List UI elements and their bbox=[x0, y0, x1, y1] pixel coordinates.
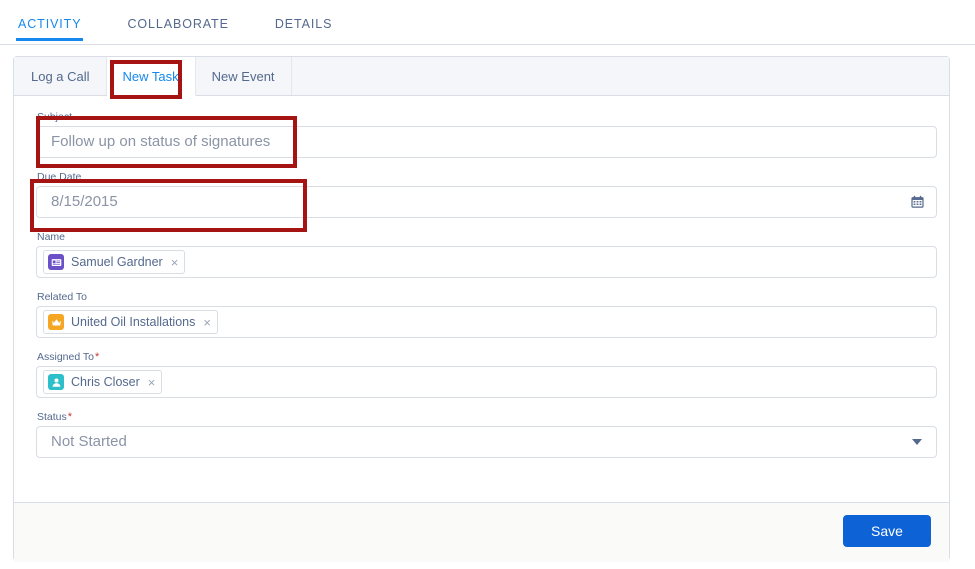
assigned-to-label-text: Assigned To bbox=[37, 351, 95, 363]
assigned-to-label: Assigned To* bbox=[37, 350, 931, 364]
save-button[interactable]: Save bbox=[843, 515, 931, 547]
due-date-label: Due Date bbox=[37, 171, 82, 183]
tab-details[interactable]: DETAILS bbox=[275, 16, 332, 41]
related-to-lookup-input[interactable]: United Oil Installations × bbox=[36, 306, 937, 338]
name-label: Name bbox=[37, 231, 66, 243]
composer-footer: Save bbox=[14, 502, 949, 562]
subject-value: Follow up on status of signatures bbox=[51, 133, 271, 150]
field-related-to: Related To United Oil Installations × bbox=[36, 290, 937, 338]
subtab-new-task[interactable]: New Task bbox=[106, 57, 196, 96]
status-label-text: Status bbox=[37, 411, 67, 423]
user-icon bbox=[48, 374, 64, 390]
name-lookup-input[interactable]: Samuel Gardner × bbox=[36, 246, 937, 278]
calendar-icon[interactable] bbox=[911, 195, 924, 209]
primary-tab-bar: ACTIVITY COLLABORATE DETAILS bbox=[0, 16, 975, 45]
due-date-input[interactable]: 8/15/2015 bbox=[36, 186, 937, 218]
account-icon bbox=[48, 314, 64, 330]
chevron-down-icon[interactable] bbox=[912, 439, 922, 445]
name-pill[interactable]: Samuel Gardner × bbox=[43, 250, 186, 274]
field-status: Status* Not Started bbox=[36, 410, 937, 458]
due-date-value: 8/15/2015 bbox=[51, 193, 118, 210]
field-due-date: Due Date 8/15/2015 bbox=[36, 170, 937, 218]
name-pill-label: Samuel Gardner bbox=[71, 255, 163, 269]
status-required-marker: * bbox=[67, 411, 73, 423]
field-assigned-to: Assigned To* Chris Closer × bbox=[36, 350, 937, 398]
field-name: Name Samuel Gardner × bbox=[36, 230, 937, 278]
assigned-to-pill[interactable]: Chris Closer × bbox=[43, 370, 163, 394]
activity-composer-card: Log a Call New Task New Event Subject Fo… bbox=[13, 56, 950, 562]
subject-label: Subject bbox=[37, 111, 73, 123]
field-subject: Subject Follow up on status of signature… bbox=[36, 110, 937, 158]
assigned-to-lookup-input[interactable]: Chris Closer × bbox=[36, 366, 937, 398]
related-to-pill[interactable]: United Oil Installations × bbox=[43, 310, 218, 334]
related-to-pill-label: United Oil Installations bbox=[71, 315, 196, 329]
subtab-new-event[interactable]: New Event bbox=[195, 57, 292, 95]
status-select[interactable]: Not Started bbox=[36, 426, 937, 458]
status-label: Status* bbox=[37, 410, 931, 424]
related-to-label: Related To bbox=[37, 291, 88, 303]
subject-input[interactable]: Follow up on status of signatures bbox=[36, 126, 937, 158]
assigned-to-pill-label: Chris Closer bbox=[71, 375, 140, 389]
new-task-form: Subject Follow up on status of signature… bbox=[14, 96, 949, 458]
tab-collaborate[interactable]: COLLABORATE bbox=[127, 16, 228, 41]
status-value: Not Started bbox=[51, 433, 127, 450]
subtab-log-a-call[interactable]: Log a Call bbox=[14, 57, 107, 95]
tab-activity[interactable]: ACTIVITY bbox=[15, 16, 84, 41]
related-to-pill-remove-icon[interactable]: × bbox=[203, 316, 211, 329]
assigned-to-required-marker: * bbox=[95, 351, 100, 363]
assigned-to-pill-remove-icon[interactable]: × bbox=[148, 376, 156, 389]
name-pill-remove-icon[interactable]: × bbox=[171, 256, 179, 269]
contact-icon bbox=[48, 254, 64, 270]
composer-subtab-bar: Log a Call New Task New Event bbox=[14, 57, 949, 96]
